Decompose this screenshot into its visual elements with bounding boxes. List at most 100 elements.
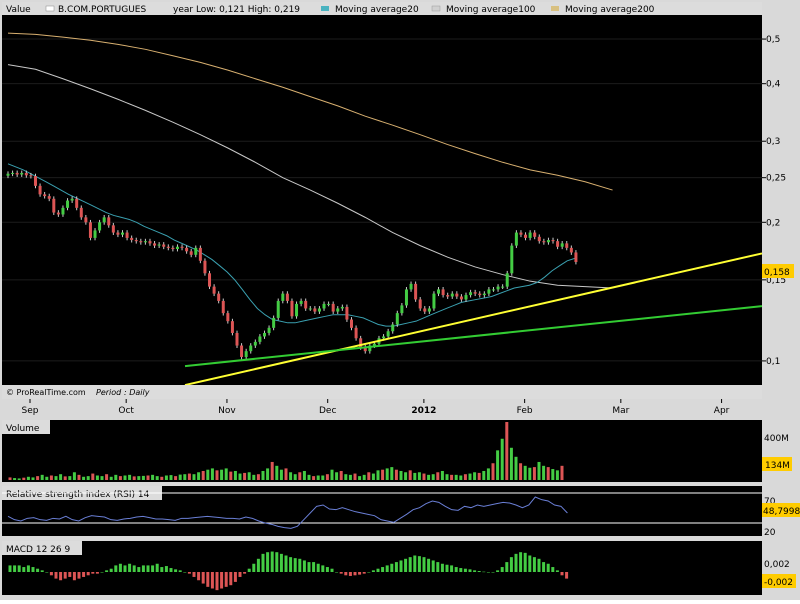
macd-bar (49, 572, 53, 576)
volume-bar (436, 472, 440, 480)
volume-bar (491, 463, 495, 480)
candle-body (546, 240, 550, 243)
volume-bar (270, 461, 274, 480)
macd-bar (197, 572, 201, 581)
volume-bar (528, 467, 532, 480)
volume-bar (118, 476, 122, 480)
macd-bar (302, 560, 306, 572)
volume-bar (509, 447, 513, 480)
macd-bar (178, 570, 182, 572)
macd-bar (146, 565, 150, 572)
symbol-label: B.COM.PORTUGUES (58, 5, 146, 15)
macd-bar (224, 572, 228, 587)
macd-bar (169, 568, 173, 572)
volume-bar (17, 478, 21, 480)
macd-bar (546, 563, 550, 572)
candle-body (281, 293, 285, 301)
volume-bar (408, 470, 412, 480)
price-tick-label: 0,4 (766, 80, 781, 90)
volume-bar (477, 472, 481, 480)
candle-body (414, 283, 418, 300)
volume-bar (36, 476, 40, 480)
macd-bar (339, 572, 343, 574)
candle-body (88, 222, 92, 238)
volume-bar (220, 469, 224, 480)
candle-body (432, 293, 436, 309)
candle-body (350, 319, 353, 328)
volume-bar (137, 476, 141, 480)
macd-bar (36, 568, 40, 572)
macd-bar (463, 568, 467, 572)
volume-bar (523, 465, 527, 480)
volume-bar (560, 465, 564, 480)
candle-body (295, 303, 299, 317)
volume-bar (155, 476, 159, 480)
candle-body (336, 308, 340, 312)
macd-bar (82, 572, 86, 577)
volume-bar (293, 474, 297, 480)
volume-current-label: 134M (765, 461, 790, 471)
candle-body (464, 295, 468, 300)
macd-bar (91, 572, 95, 574)
candle-body (542, 241, 546, 243)
candle-body (322, 303, 326, 309)
candle-body (304, 300, 308, 309)
candle-body (473, 292, 477, 294)
macd-bar (45, 572, 49, 573)
macd-bar (210, 572, 214, 589)
volume-bar (229, 471, 233, 480)
macd-bar (325, 567, 329, 572)
volume-bar (261, 470, 265, 480)
volume-bar (169, 475, 173, 480)
x-tick-label: Feb (517, 406, 533, 416)
volume-bar (362, 474, 366, 480)
macd-bar (160, 567, 164, 572)
macd-bar (358, 572, 362, 575)
volume-bar (114, 474, 118, 480)
year-range-label: year Low: 0,121 High: 0,219 (173, 5, 300, 15)
volume-bar (505, 422, 509, 480)
macd-bar (77, 572, 81, 579)
ma100-legend-label: Moving average100 (446, 5, 536, 15)
volume-bar (316, 475, 320, 480)
macd-bar (206, 572, 210, 587)
candle-body (84, 217, 88, 223)
candle-body (70, 198, 74, 201)
candle-body (501, 286, 505, 288)
candle-body (166, 246, 170, 248)
candle-body (519, 232, 523, 235)
x-axis: Sep Oct Nov Dec 2012 Feb Mar Apr (22, 399, 730, 416)
volume-bar (187, 473, 191, 480)
candle-body (514, 232, 518, 246)
period-value: : Daily (124, 388, 150, 397)
volume-bar (394, 469, 398, 480)
candle-body (437, 289, 441, 294)
volume-bar (500, 438, 504, 480)
macd-bar (275, 552, 279, 572)
candle-body (111, 225, 115, 233)
volume-bar (417, 472, 421, 480)
candle-body (203, 260, 207, 274)
macd-bar (105, 570, 109, 572)
x-tick-label: Nov (218, 406, 236, 416)
macd-bar (293, 558, 297, 572)
macd-bar (183, 572, 187, 573)
volume-bar (468, 473, 472, 480)
macd-bar (376, 568, 380, 572)
candle-body (313, 308, 317, 312)
volume-bar (132, 476, 136, 480)
candle-body (524, 234, 528, 238)
macd-bar (404, 558, 408, 572)
volume-bar (482, 470, 486, 480)
candle-body (285, 293, 289, 301)
macd-bar (220, 572, 224, 589)
macd-bar (528, 555, 532, 572)
price-axis: 0,50,40,30,250,20,150,1 (762, 35, 786, 367)
macd-bar (431, 560, 435, 572)
macd-bar (542, 562, 546, 572)
copyright-label: © ProRealTime.com (6, 388, 86, 397)
volume-bar (422, 473, 426, 480)
candle-body (56, 212, 60, 215)
volume-bar (59, 474, 63, 480)
macd-bar (17, 565, 21, 572)
